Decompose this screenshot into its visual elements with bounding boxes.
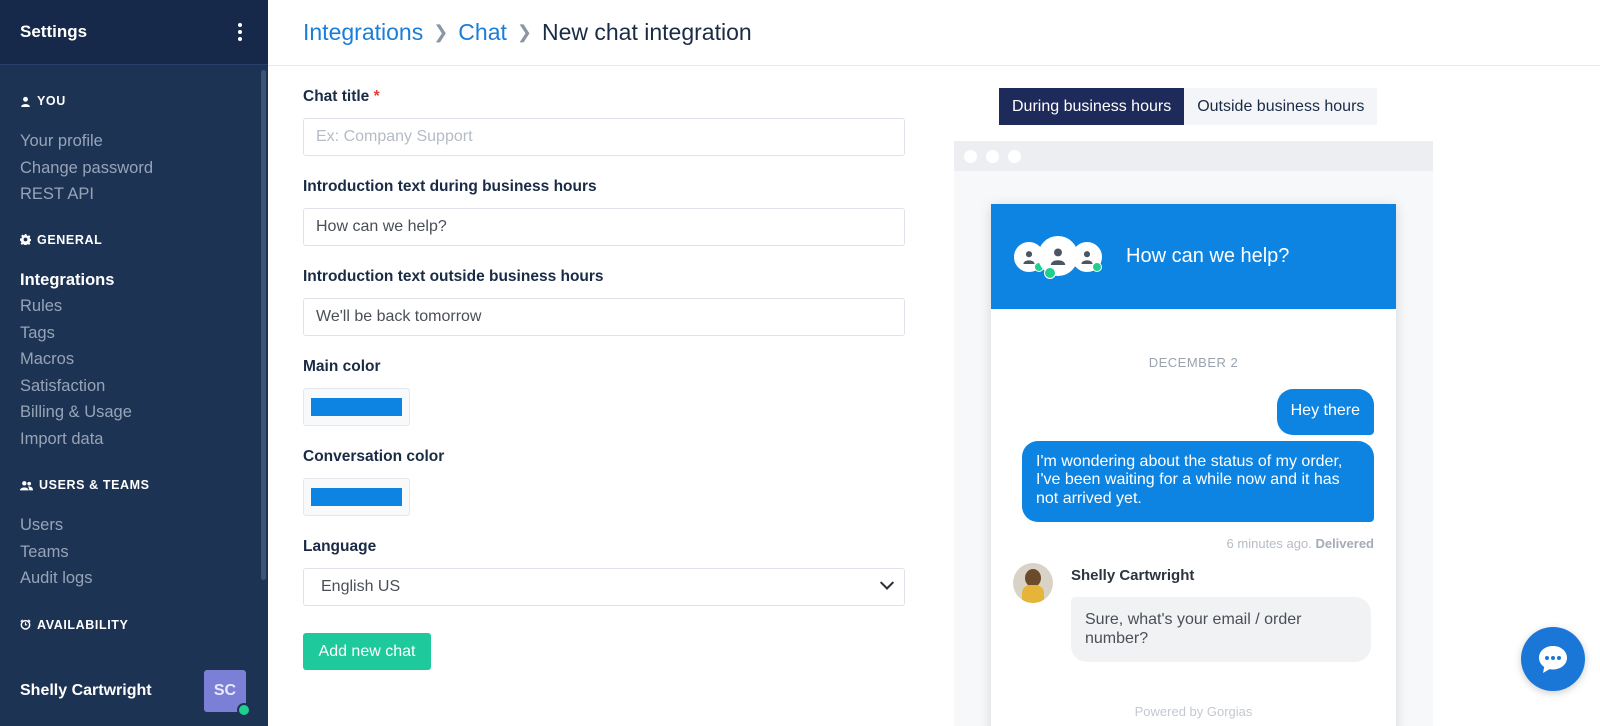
- sidebar-item-integrations[interactable]: Integrations: [20, 267, 248, 294]
- intro-outside-input[interactable]: [303, 298, 905, 336]
- sidebar-item-import-data[interactable]: Import data: [20, 426, 248, 453]
- window-dot-icon: [964, 149, 977, 163]
- message-time: 6 minutes ago.: [1226, 536, 1312, 551]
- window-dot-icon: [1008, 149, 1021, 163]
- main-color-field: Main color: [303, 358, 905, 426]
- message-bubble: I'm wondering about the status of my ord…: [1022, 440, 1374, 522]
- chevron-right-icon: ❯: [516, 22, 532, 42]
- incoming-message: Shelly Cartwright Sure, what's your emai…: [1013, 563, 1374, 662]
- sidebar-section-availability: AVAILABILITY: [0, 615, 268, 635]
- conversation-color-label: Conversation color: [303, 448, 445, 465]
- sidebar-section-title: GENERAL: [20, 230, 248, 250]
- chat-header-title: How can we help?: [1126, 245, 1290, 267]
- clock-icon: [20, 619, 31, 630]
- chevron-right-icon: ❯: [433, 22, 449, 42]
- chat-widget-preview: How can we help? DECEMBER 2 Hey there I'…: [991, 204, 1396, 726]
- message-bubble: Sure, what's your email / order number?: [1071, 597, 1371, 662]
- sidebar-item-tags[interactable]: Tags: [20, 320, 248, 347]
- users-icon: [20, 480, 33, 490]
- sidebar-item-billing[interactable]: Billing & Usage: [20, 399, 248, 426]
- sidebar-user-footer[interactable]: Shelly Cartwright SC: [0, 656, 268, 726]
- main-color-swatch: [311, 398, 402, 416]
- intro-outside-field: Introduction text outside business hours: [303, 268, 905, 336]
- tab-outside-business-hours[interactable]: Outside business hours: [1184, 88, 1378, 125]
- page-header: Integrations ❯ Chat ❯ New chat integrati…: [268, 0, 1600, 66]
- breadcrumb-integrations-link[interactable]: Integrations: [303, 19, 423, 46]
- chat-integration-form: Chat title * Introduction text during bu…: [303, 88, 905, 628]
- sidebar-item-rest-api[interactable]: REST API: [20, 181, 248, 208]
- online-status-indicator: [237, 703, 251, 717]
- sidebar-section-you: YOU Your profile Change password REST AP…: [0, 91, 268, 208]
- conversation-color-swatch: [311, 488, 402, 506]
- main-color-label: Main color: [303, 358, 381, 375]
- sidebar-item-your-profile[interactable]: Your profile: [20, 128, 248, 155]
- intro-business-label: Introduction text during business hours: [303, 178, 597, 195]
- conversation-color-field: Conversation color: [303, 448, 905, 516]
- sidebar-section-title: AVAILABILITY: [20, 615, 248, 635]
- online-dot: [1092, 261, 1102, 272]
- preview-tabs: During business hours Outside business h…: [999, 88, 1378, 125]
- message-bubble: Hey there: [1276, 389, 1374, 435]
- sidebar-item-users[interactable]: Users: [20, 512, 248, 539]
- chat-launcher-button[interactable]: [1521, 627, 1585, 691]
- intro-outside-label: Introduction text outside business hours: [303, 268, 604, 285]
- sidebar-item-change-password[interactable]: Change password: [20, 155, 248, 182]
- conversation-date: DECEMBER 2: [1148, 355, 1239, 370]
- main-color-picker[interactable]: [303, 388, 410, 426]
- chat-widget-header: How can we help?: [991, 204, 1396, 309]
- language-label: Language: [303, 538, 377, 555]
- chat-conversation: DECEMBER 2 Hey there I'm wondering about…: [991, 355, 1396, 719]
- more-options-icon[interactable]: [232, 19, 248, 45]
- powered-by-footer: Powered by Gorgias: [1134, 704, 1253, 719]
- page-title: New chat integration: [541, 19, 752, 45]
- language-selected-value: English US: [321, 578, 401, 595]
- message-status: Delivered: [1315, 536, 1374, 551]
- intro-business-field: Introduction text during business hours: [303, 178, 905, 246]
- tab-during-business-hours[interactable]: During business hours: [999, 88, 1185, 125]
- chat-title-label: Chat title: [303, 88, 370, 105]
- agents-avatars: [1014, 232, 1106, 282]
- sidebar-section-general: GENERAL Integrations Rules Tags Macros S…: [0, 230, 268, 453]
- outgoing-message: Hey there: [1013, 389, 1374, 435]
- message-meta: 6 minutes ago. Delivered: [1013, 536, 1374, 551]
- breadcrumb-chat-link[interactable]: Chat: [458, 19, 507, 46]
- gear-icon: [20, 234, 31, 245]
- chat-title-input[interactable]: [303, 118, 905, 156]
- sidebar-item-rules[interactable]: Rules: [20, 293, 248, 320]
- add-new-chat-button[interactable]: Add new chat: [303, 633, 431, 670]
- user-icon: [21, 96, 30, 107]
- current-user-name: Shelly Cartwright: [20, 682, 152, 699]
- sidebar-section-title: YOU: [20, 91, 248, 111]
- agent-photo-avatar: [1013, 563, 1053, 603]
- outgoing-message: I'm wondering about the status of my ord…: [1013, 440, 1374, 522]
- language-select[interactable]: English US: [303, 568, 905, 606]
- breadcrumb: Integrations ❯ Chat ❯ New chat integrati…: [303, 19, 752, 46]
- chat-bubble-icon: [1539, 646, 1567, 673]
- browser-toolbar: [954, 141, 1433, 171]
- avatar[interactable]: SC: [204, 670, 251, 717]
- chevron-down-icon: [879, 575, 895, 590]
- sidebar-item-teams[interactable]: Teams: [20, 539, 248, 566]
- chat-title-field: Chat title *: [303, 88, 905, 156]
- sidebar-title: Settings: [20, 22, 88, 41]
- required-mark: *: [373, 88, 380, 105]
- sidebar-item-audit-logs[interactable]: Audit logs: [20, 565, 248, 592]
- agent-name: Shelly Cartwright: [1071, 567, 1195, 584]
- sidebar-section-title: USERS & TEAMS: [20, 475, 248, 495]
- sidebar-item-macros[interactable]: Macros: [20, 346, 248, 373]
- settings-sidebar: Settings YOU Your profile Change passwor…: [0, 0, 268, 726]
- sidebar-header: Settings: [0, 0, 268, 65]
- sidebar-item-satisfaction[interactable]: Satisfaction: [20, 373, 248, 400]
- conversation-color-picker[interactable]: [303, 478, 410, 516]
- window-dot-icon: [986, 149, 999, 163]
- language-field: Language English US: [303, 538, 905, 606]
- intro-business-input[interactable]: [303, 208, 905, 246]
- online-dot: [1044, 266, 1056, 279]
- agent-avatar-icon: [1038, 235, 1078, 279]
- sidebar-section-users-teams: USERS & TEAMS Users Teams Audit logs: [0, 475, 268, 592]
- sidebar-nav: YOU Your profile Change password REST AP…: [0, 65, 268, 726]
